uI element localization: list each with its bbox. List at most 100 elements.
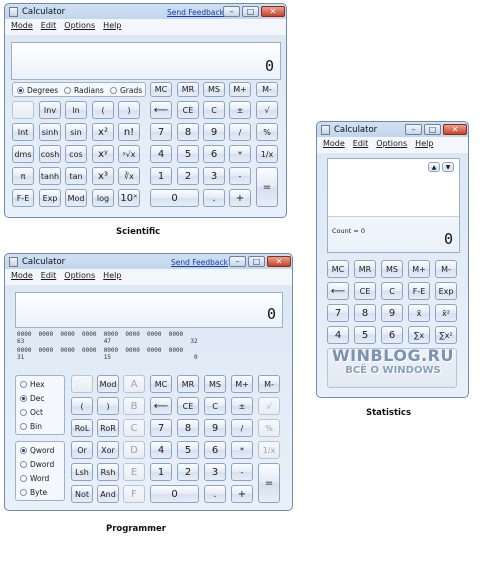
- exp-button[interactable]: Exp: [435, 282, 457, 300]
- menu-help[interactable]: Help: [415, 139, 433, 151]
- digit-5-button[interactable]: 5: [177, 145, 199, 163]
- scroll-up-icon[interactable]: ▲: [428, 162, 440, 172]
- close-button[interactable]: ✕: [443, 124, 467, 135]
- m-minus-button[interactable]: M-: [258, 375, 280, 393]
- digit-5-button[interactable]: 5: [177, 441, 199, 459]
- menu-mode[interactable]: Mode: [323, 139, 345, 151]
- digit-1-button[interactable]: 1: [150, 463, 172, 481]
- int-button[interactable]: Int: [12, 123, 34, 141]
- digit-0-button[interactable]: 0: [150, 189, 199, 207]
- f-e-button[interactable]: F-E: [408, 282, 430, 300]
- log-button[interactable]: log: [92, 189, 114, 207]
- mr-button[interactable]: MR: [354, 260, 376, 278]
- minimize-button[interactable]: –: [223, 6, 240, 17]
- menu-options[interactable]: Options: [64, 21, 95, 33]
- minimize-button[interactable]: –: [405, 124, 422, 135]
- backspace-button[interactable]: ⟵: [327, 282, 349, 300]
- mc-button[interactable]: MC: [150, 82, 172, 97]
- digit-1-button[interactable]: 1: [150, 167, 172, 185]
- digit-4-button[interactable]: 4: [150, 441, 172, 459]
- digit-7-button[interactable]: 7: [150, 123, 172, 141]
- ten-power-x-button[interactable]: 10ˣ: [118, 189, 140, 207]
- divide-button[interactable]: /: [229, 123, 251, 141]
- factorial-button[interactable]: n!: [118, 123, 140, 141]
- ms-button[interactable]: MS: [204, 375, 226, 393]
- radio-radians[interactable]: Radians: [64, 86, 104, 95]
- sinh-button[interactable]: sinh: [39, 123, 61, 141]
- mr-button[interactable]: MR: [177, 375, 199, 393]
- radio-degrees[interactable]: Degrees: [17, 86, 58, 95]
- radio-byte[interactable]: Byte: [20, 488, 47, 497]
- left-shift-button[interactable]: Lsh: [71, 463, 93, 481]
- menu-help[interactable]: Help: [103, 21, 121, 33]
- mod-button[interactable]: Mod: [65, 189, 87, 207]
- mod-button[interactable]: Mod: [97, 375, 119, 393]
- hex-f-button[interactable]: F: [123, 485, 145, 503]
- hex-c-button[interactable]: C: [123, 419, 145, 437]
- rotate-right-button[interactable]: RoR: [97, 419, 119, 437]
- mr-button[interactable]: MR: [177, 82, 199, 97]
- m-minus-button[interactable]: M-: [256, 82, 278, 97]
- hex-b-button[interactable]: B: [123, 397, 145, 415]
- hex-e-button[interactable]: E: [123, 463, 145, 481]
- menu-edit[interactable]: Edit: [353, 139, 369, 151]
- digit-7-button[interactable]: 7: [150, 419, 172, 437]
- sin-button[interactable]: sin: [65, 123, 87, 141]
- m-plus-button[interactable]: M+: [229, 82, 251, 97]
- pi-button[interactable]: π: [12, 167, 34, 185]
- m-plus-button[interactable]: M+: [231, 375, 253, 393]
- right-shift-button[interactable]: Rsh: [97, 463, 119, 481]
- x-squared-button[interactable]: x²: [92, 123, 114, 141]
- menu-mode[interactable]: Mode: [11, 271, 33, 283]
- digit-7-button[interactable]: 7: [327, 304, 349, 322]
- digit-6-button[interactable]: 6: [381, 326, 403, 344]
- ce-button[interactable]: CE: [177, 101, 199, 119]
- decimal-button[interactable]: .: [203, 189, 225, 207]
- hex-a-button[interactable]: A: [123, 375, 145, 393]
- add-button[interactable]: +: [229, 189, 251, 207]
- equals-button[interactable]: =: [258, 463, 280, 503]
- plus-minus-button[interactable]: ±: [231, 397, 253, 415]
- digit-4-button[interactable]: 4: [150, 145, 172, 163]
- backspace-button[interactable]: ⟵: [150, 397, 172, 415]
- divide-button[interactable]: /: [231, 419, 253, 437]
- m-plus-button[interactable]: M+: [408, 260, 430, 278]
- menu-edit[interactable]: Edit: [41, 21, 57, 33]
- clear-button[interactable]: C: [381, 282, 403, 300]
- y-root-x-button[interactable]: ʸ√x: [118, 145, 140, 163]
- ms-button[interactable]: MS: [381, 260, 403, 278]
- radio-word[interactable]: Word: [20, 474, 49, 483]
- x-cubed-button[interactable]: x³: [92, 167, 114, 185]
- radio-dword[interactable]: Dword: [20, 460, 54, 469]
- scroll-down-icon[interactable]: ▼: [442, 162, 454, 172]
- cube-root-button[interactable]: ∛x: [118, 167, 140, 185]
- clear-button[interactable]: C: [203, 101, 225, 119]
- m-minus-button[interactable]: M-: [435, 260, 457, 278]
- digit-2-button[interactable]: 2: [177, 167, 199, 185]
- and-button[interactable]: And: [97, 485, 119, 503]
- sum-squares-button[interactable]: ∑x²: [435, 326, 457, 344]
- close-paren-button[interactable]: ): [118, 101, 140, 119]
- data-list[interactable]: ▲ ▼: [328, 159, 459, 217]
- rotate-left-button[interactable]: RoL: [71, 419, 93, 437]
- mc-button[interactable]: MC: [150, 375, 172, 393]
- dms-button[interactable]: dms: [12, 145, 34, 163]
- maximize-button[interactable]: □: [424, 124, 441, 135]
- open-paren-button[interactable]: (: [92, 101, 114, 119]
- send-feedback-link[interactable]: Send Feedback: [167, 8, 224, 17]
- menu-help[interactable]: Help: [103, 271, 121, 283]
- open-paren-button[interactable]: (: [71, 397, 93, 415]
- digit-8-button[interactable]: 8: [354, 304, 376, 322]
- plus-minus-button[interactable]: ±: [229, 101, 251, 119]
- add-button[interactable]: +: [231, 485, 253, 503]
- digit-3-button[interactable]: 3: [203, 167, 225, 185]
- sqrt-button[interactable]: √: [258, 397, 280, 415]
- ce-button[interactable]: CE: [354, 282, 376, 300]
- tanh-button[interactable]: tanh: [39, 167, 61, 185]
- close-paren-button[interactable]: ): [97, 397, 119, 415]
- clear-button[interactable]: C: [204, 397, 226, 415]
- digit-6-button[interactable]: 6: [204, 441, 226, 459]
- ms-button[interactable]: MS: [203, 82, 225, 97]
- or-button[interactable]: Or: [71, 441, 93, 459]
- mean-squares-button[interactable]: x̄²: [435, 304, 457, 322]
